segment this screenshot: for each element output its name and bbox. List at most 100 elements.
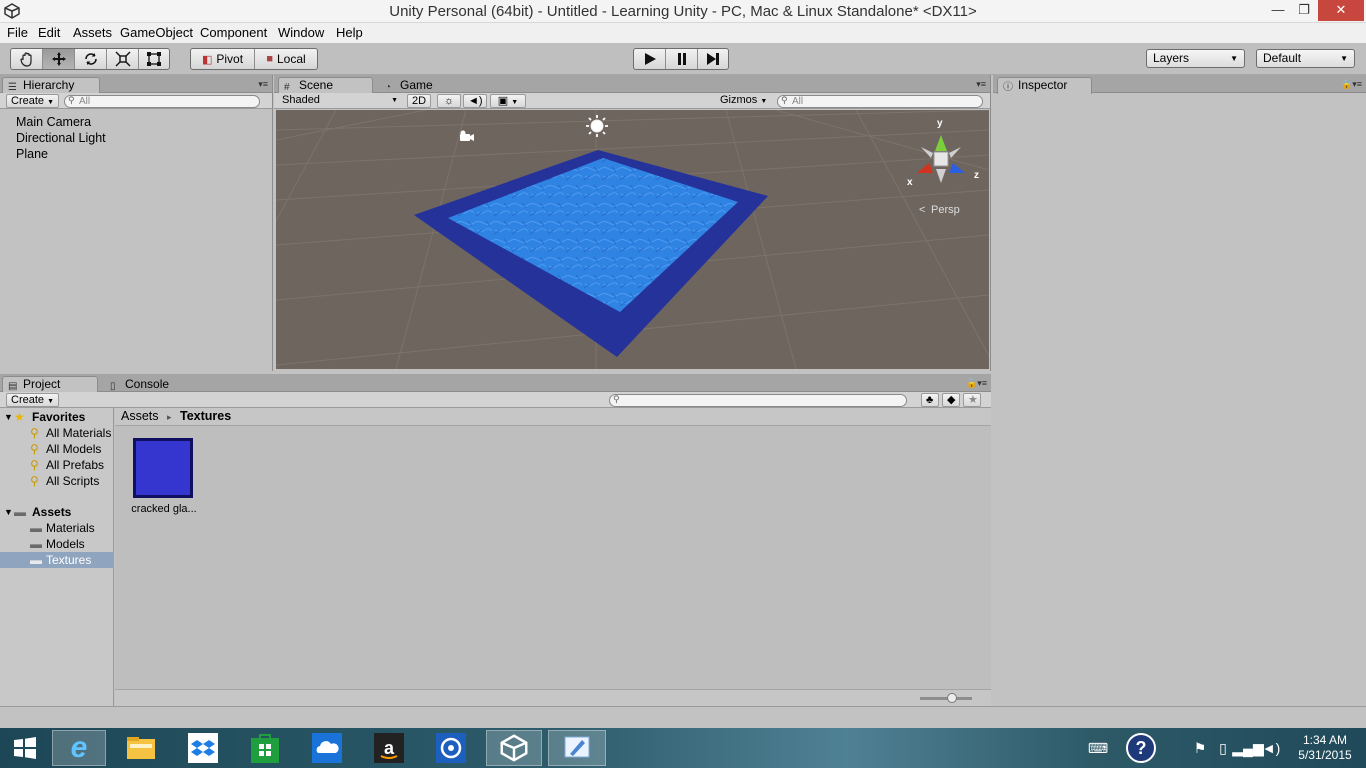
panel-menu-icon[interactable]: ▾≡ bbox=[258, 79, 268, 90]
sun-gizmo-icon bbox=[586, 115, 608, 137]
mode-2d-button[interactable]: 2D bbox=[407, 94, 432, 108]
lock-icon[interactable]: 🔒▾≡ bbox=[1341, 79, 1362, 90]
signal-icon[interactable]: ▂▄▆ bbox=[1232, 728, 1263, 768]
pivot-button[interactable]: ◧ Pivot bbox=[191, 49, 255, 69]
shading-mode-label: Shaded bbox=[282, 94, 320, 106]
local-button[interactable]: ■ Local bbox=[255, 49, 317, 69]
inspector-tabstrip: ⓘ Inspector 🔒▾≡ bbox=[993, 75, 1366, 94]
gizmos-dropdown[interactable]: Gizmos ▼ bbox=[716, 94, 771, 108]
title-bar: Unity Personal (64bit) - Untitled - Lear… bbox=[0, 0, 1366, 23]
tab-console[interactable]: ▯ Console bbox=[104, 376, 194, 393]
pause-button[interactable] bbox=[666, 49, 698, 69]
maximize-button[interactable]: ❐ bbox=[1291, 0, 1317, 21]
keyboard-icon[interactable]: ⌨ bbox=[1082, 728, 1114, 768]
breadcrumb-assets[interactable]: Assets bbox=[121, 409, 159, 423]
scale-tool-button[interactable] bbox=[107, 49, 139, 69]
scene-effects-button[interactable]: ▣ ▼ bbox=[490, 94, 526, 108]
move-tool-button[interactable] bbox=[43, 49, 75, 69]
tab-inspector[interactable]: ⓘ Inspector bbox=[997, 77, 1092, 94]
start-button[interactable] bbox=[0, 730, 50, 766]
shading-mode-dropdown[interactable]: Shaded ▼ bbox=[278, 94, 400, 108]
taskbar-file-explorer[interactable] bbox=[114, 730, 168, 766]
scene-search-input[interactable]: ⚲ All bbox=[777, 95, 983, 108]
taskbar-internet-explorer[interactable]: e bbox=[52, 730, 106, 766]
project-folder-tree: ▼ ★ Favorites ⚲ All Materials ⚲ All Mode… bbox=[0, 408, 114, 706]
menu-gameobject[interactable]: GameObject bbox=[120, 25, 193, 40]
tree-item-all-prefabs[interactable]: ⚲ All Prefabs bbox=[0, 457, 114, 473]
menu-file[interactable]: File bbox=[7, 25, 28, 40]
filter-by-type-button[interactable]: ♣ bbox=[921, 393, 939, 407]
window-title: Unity Personal (64bit) - Untitled - Lear… bbox=[389, 3, 977, 20]
taskbar-amazon[interactable]: a bbox=[362, 730, 416, 766]
persp-label[interactable]: Persp bbox=[931, 204, 960, 216]
chevron-down-icon: ▼ bbox=[1340, 54, 1348, 63]
breadcrumb-textures[interactable]: Textures bbox=[180, 409, 231, 423]
hand-tool-button[interactable] bbox=[11, 49, 43, 69]
chevron-down-icon: ▼ bbox=[1230, 54, 1238, 63]
project-search-input[interactable]: ⚲ bbox=[609, 394, 907, 407]
tab-hierarchy[interactable]: ☰ Hierarchy bbox=[2, 77, 100, 94]
project-create-button[interactable]: Create ▼ bbox=[6, 393, 60, 407]
taskbar-media[interactable] bbox=[424, 730, 478, 766]
sun-icon: ☼ bbox=[443, 95, 455, 107]
volume-icon[interactable]: ◄) bbox=[1262, 728, 1281, 768]
tree-folder-textures[interactable]: ▬ Textures bbox=[0, 552, 114, 568]
tab-project[interactable]: ▤ Project bbox=[2, 376, 98, 393]
favorite-label: All Scripts bbox=[46, 474, 100, 488]
close-button[interactable]: ✕ bbox=[1318, 0, 1364, 21]
scene-lighting-button[interactable]: ☼ bbox=[437, 94, 461, 108]
rect-tool-button[interactable] bbox=[139, 49, 169, 69]
menu-component[interactable]: Component bbox=[200, 25, 267, 40]
asset-tile[interactable]: cracked gla... bbox=[131, 438, 197, 516]
clock-time: 1:34 AM bbox=[1302, 733, 1348, 747]
layers-dropdown[interactable]: Layers ▼ bbox=[1146, 49, 1245, 68]
lock-icon[interactable]: 🔒▾≡ bbox=[966, 378, 987, 389]
panel-menu-icon[interactable]: ▾≡ bbox=[976, 79, 986, 90]
folder-label: Materials bbox=[46, 521, 95, 535]
menu-window[interactable]: Window bbox=[278, 25, 324, 40]
scene-canvas[interactable]: y x z < Persp bbox=[276, 110, 989, 369]
rotate-tool-button[interactable] bbox=[75, 49, 107, 69]
asset-thumbnail bbox=[133, 438, 193, 498]
layout-dropdown[interactable]: Default ▼ bbox=[1256, 49, 1355, 68]
tree-folder-materials[interactable]: ▬ Materials bbox=[0, 520, 114, 536]
tree-folder-models[interactable]: ▬ Models bbox=[0, 536, 114, 552]
zoom-slider-thumb[interactable] bbox=[947, 693, 957, 703]
taskbar-clock[interactable]: 1:34 AM 5/31/2015 bbox=[1290, 733, 1360, 763]
hierarchy-item-main-camera[interactable]: Main Camera bbox=[16, 115, 91, 129]
tree-item-all-models[interactable]: ⚲ All Models bbox=[0, 441, 114, 457]
taskbar-onedrive[interactable] bbox=[300, 730, 354, 766]
layout-label: Default bbox=[1263, 51, 1302, 65]
menu-assets[interactable]: Assets bbox=[73, 25, 112, 40]
tab-game[interactable]: ◔ Game bbox=[379, 77, 459, 94]
save-search-button[interactable]: ★ bbox=[963, 393, 981, 407]
minimize-button[interactable]: — bbox=[1265, 0, 1291, 21]
zoom-slider[interactable] bbox=[920, 693, 972, 703]
hierarchy-search-input[interactable]: ⚲ All bbox=[64, 95, 260, 108]
help-icon[interactable]: ? bbox=[1124, 728, 1158, 768]
tree-assets[interactable]: ▼ ▬ Assets bbox=[0, 504, 114, 520]
scene-audio-button[interactable]: ◄) bbox=[463, 94, 487, 108]
menu-help[interactable]: Help bbox=[336, 25, 363, 40]
hierarchy-item-directional-light[interactable]: Directional Light bbox=[16, 131, 106, 145]
taskbar-dropbox[interactable] bbox=[176, 730, 230, 766]
hierarchy-create-button[interactable]: Create ▼ bbox=[6, 94, 60, 108]
hierarchy-item-plane[interactable]: Plane bbox=[16, 147, 48, 161]
taskbar-unity[interactable] bbox=[486, 730, 542, 766]
battery-icon[interactable]: ▯ bbox=[1214, 728, 1232, 768]
scene-viewport[interactable]: y x z < Persp bbox=[276, 110, 989, 369]
taskbar-store[interactable] bbox=[238, 730, 292, 766]
favorite-label: All Prefabs bbox=[46, 458, 105, 472]
pause-icon bbox=[677, 53, 686, 65]
taskbar-paint[interactable] bbox=[548, 730, 606, 766]
tab-scene[interactable]: # Scene bbox=[278, 77, 373, 94]
step-button[interactable] bbox=[698, 49, 728, 69]
menu-edit[interactable]: Edit bbox=[38, 25, 60, 40]
filter-by-label-button[interactable]: ◆ bbox=[942, 393, 960, 407]
project-asset-view: Assets ▸ Textures cracked gla... bbox=[115, 408, 991, 706]
tree-item-all-materials[interactable]: ⚲ All Materials bbox=[0, 425, 114, 441]
tree-item-all-scripts[interactable]: ⚲ All Scripts bbox=[0, 473, 114, 489]
flag-icon[interactable]: ⚑ bbox=[1192, 728, 1208, 768]
tree-favorites[interactable]: ▼ ★ Favorites bbox=[0, 409, 114, 425]
play-button[interactable] bbox=[634, 49, 666, 69]
